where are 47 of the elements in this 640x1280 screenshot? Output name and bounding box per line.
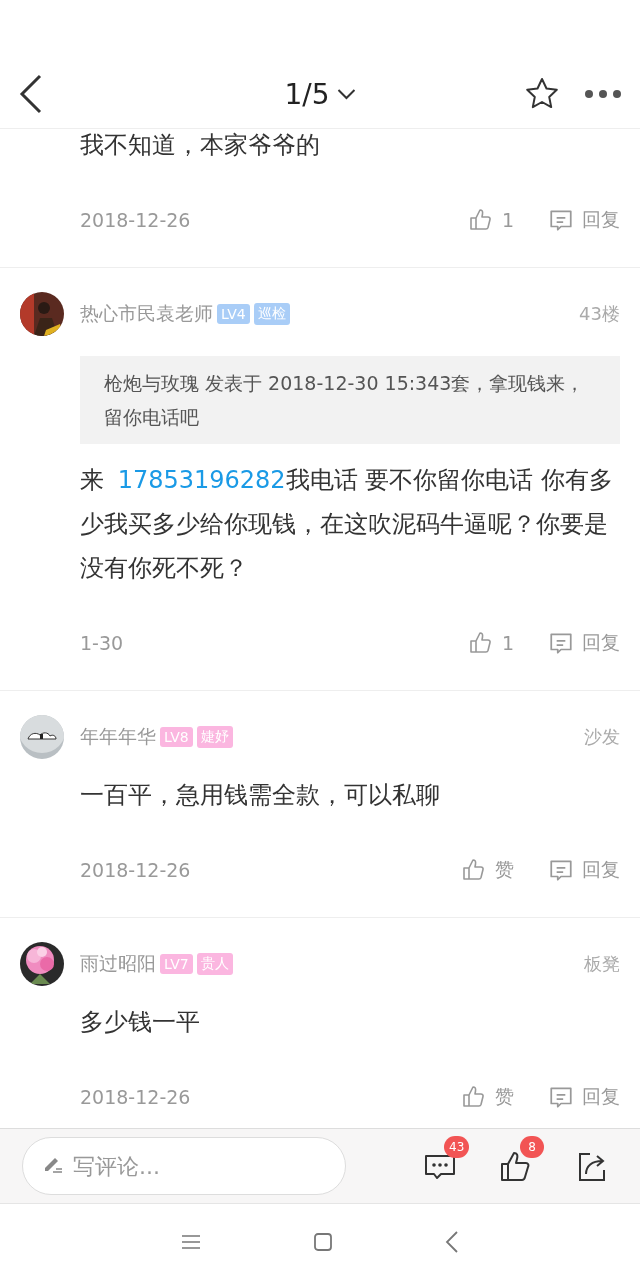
comment-text: 多少钱一平 — [80, 1007, 201, 1038]
title-badge: 婕妤 — [196, 726, 233, 748]
like-button[interactable]: 赞 — [461, 857, 514, 883]
title-badge: 贵人 — [196, 953, 233, 975]
thumbs-up-icon[interactable] — [467, 630, 494, 656]
count-badge: 8 — [520, 1136, 544, 1158]
like-button[interactable]: 1 — [467, 630, 514, 656]
comment-date: 2018-12-26 — [80, 209, 192, 231]
comment-text: 我不知道，本家爷爷的 — [79, 130, 321, 161]
comment-icon[interactable] — [548, 857, 574, 883]
like-button[interactable]: 赞 — [461, 1084, 514, 1110]
comment-text: 来 17853196282我电话 要不你留你电话 你有多少我买多少给你现钱，在这吹泥码牛逼呢？你要是没有你死不死？ — [80, 465, 614, 584]
thumbs-up-icon[interactable] — [467, 207, 494, 233]
home-icon[interactable] — [313, 1232, 333, 1252]
username[interactable]: 年年年华 — [80, 724, 156, 750]
more-icon[interactable] — [584, 89, 622, 99]
comment-icon[interactable] — [548, 1084, 574, 1110]
level-badge: LV4 — [217, 304, 250, 324]
reply-button[interactable]: 回复 — [548, 1084, 620, 1110]
thumbs-up-icon[interactable] — [461, 857, 487, 883]
comment-icon[interactable] — [548, 630, 574, 656]
reply-button[interactable]: 回复 — [548, 207, 620, 233]
floor-label: 板凳 — [584, 952, 620, 976]
comment-text: 一百平，急用钱需全款，可以私聊 — [80, 780, 441, 811]
floor-label: 43楼 — [579, 302, 620, 326]
page-selector[interactable]: 1/5 — [284, 77, 356, 111]
level-badge: LV7 — [160, 954, 193, 974]
like-button[interactable]: 1 — [467, 207, 514, 233]
menu-icon[interactable] — [181, 1234, 201, 1250]
reply-button[interactable]: 回复 — [548, 630, 620, 656]
floor-label: 沙发 — [584, 725, 620, 749]
username[interactable]: 雨过昭阳 — [80, 951, 156, 977]
caret-icon[interactable] — [337, 88, 356, 100]
phone-link[interactable]: 17853196282 — [117, 466, 286, 494]
back-icon[interactable] — [18, 74, 44, 114]
count-badge: 43 — [444, 1136, 470, 1158]
title-badge: 巡检 — [253, 303, 290, 325]
comment-icon[interactable] — [548, 207, 574, 233]
thumbs-up-icon[interactable] — [461, 1084, 487, 1110]
comment-date: 2018-12-26 — [80, 1086, 192, 1108]
level-badge: LV8 — [160, 727, 193, 747]
reply-button[interactable]: 回复 — [548, 857, 620, 883]
comment-date: 2018-12-26 — [80, 859, 192, 881]
comment-date: 1-30 — [80, 632, 125, 654]
quoted-post: 枪炮与玫瑰 发表于 2018-12-30 15:343套，拿现钱来，留你电话吧 — [80, 356, 620, 444]
username[interactable]: 热心市民袁老师 — [80, 301, 213, 327]
comment-field[interactable]: 写评论... — [22, 1137, 346, 1195]
